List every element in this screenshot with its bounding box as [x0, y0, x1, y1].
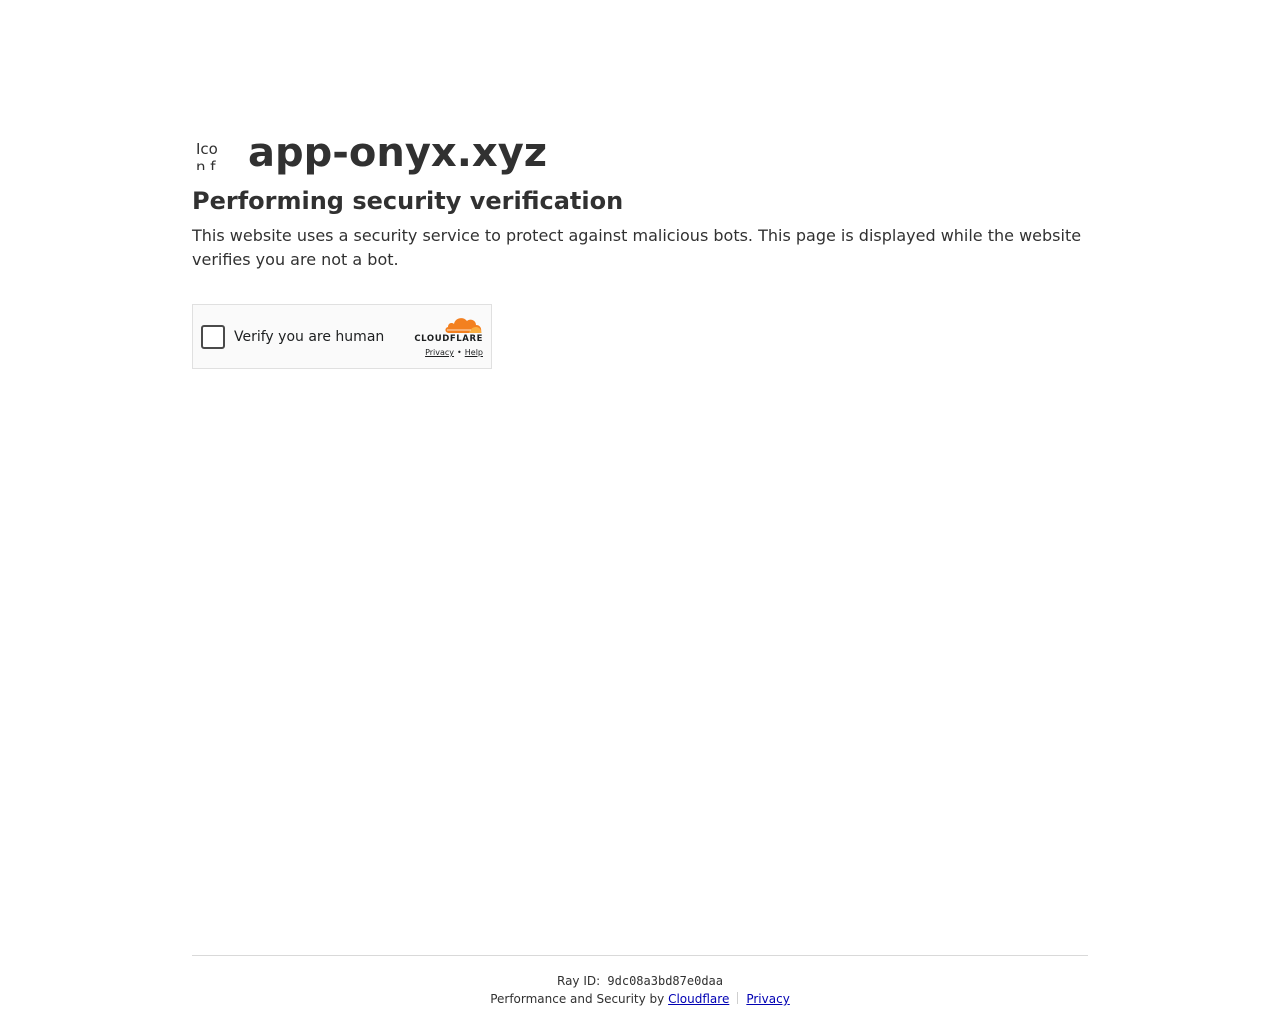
footer-separator	[737, 992, 739, 1004]
footer-divider	[192, 955, 1088, 956]
widget-privacy-link[interactable]: Privacy	[425, 348, 454, 357]
page-description: This website uses a security service to …	[192, 226, 1082, 269]
footer-privacy-link[interactable]: Privacy	[746, 992, 789, 1006]
performance-text: Performance and Security by	[490, 992, 665, 1006]
turnstile-widget: Verify you are human CLOUDFLARE Privacy •…	[192, 304, 492, 369]
cloudflare-link[interactable]: Cloudflare	[668, 992, 729, 1006]
page-title: Performing security verification	[192, 187, 624, 215]
favicon-broken-image-icon: Icon for app-onyx.xyz	[196, 140, 218, 170]
ray-id-label: Ray ID:	[557, 974, 601, 988]
site-name: app-onyx.xyz	[248, 130, 548, 176]
footer: Ray ID: 9dc08a3bd87e0daa Performance and…	[192, 972, 1088, 1008]
verify-checkbox[interactable]	[201, 324, 225, 349]
verify-label[interactable]: Verify you are human	[234, 329, 384, 345]
ray-id-value: 9dc08a3bd87e0daa	[607, 974, 723, 988]
site-header: Icon for app-onyx.xyz app-onyx.xyz	[192, 128, 547, 178]
widget-links: Privacy • Help	[407, 348, 483, 357]
cloudflare-wordmark: CLOUDFLARE	[414, 334, 483, 344]
ray-id-line: Ray ID: 9dc08a3bd87e0daa	[192, 972, 1088, 990]
widget-help-link[interactable]: Help	[465, 348, 483, 357]
widget-link-separator: •	[457, 348, 462, 357]
cloudflare-branding: CLOUDFLARE Privacy • Help	[407, 315, 483, 357]
cloudflare-logo: CLOUDFLARE	[407, 315, 483, 344]
cloudflare-cloud-icon	[445, 318, 482, 333]
performance-line: Performance and Security by Cloudflare Pr…	[192, 990, 1088, 1008]
